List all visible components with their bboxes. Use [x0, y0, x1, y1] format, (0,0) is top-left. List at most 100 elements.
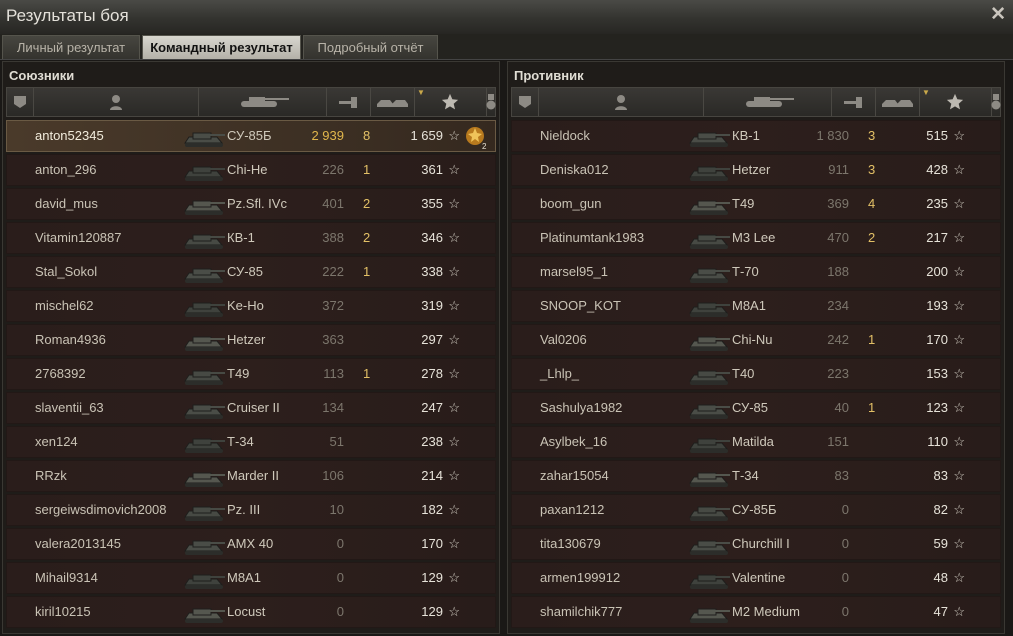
tank-icon — [684, 463, 734, 489]
experience-value: 1 659 — [410, 128, 443, 143]
column-header-platoon[interactable] — [512, 88, 539, 116]
enemies-row[interactable]: armen199912 Valentine 0 48 ☆ — [511, 562, 1001, 594]
player-name: Nieldock — [540, 128, 590, 143]
tab-detailed-report[interactable]: Подробный отчёт — [303, 35, 438, 59]
kills-value: 8 — [363, 128, 371, 143]
column-header-platoon[interactable] — [7, 88, 34, 116]
experience-value: 59 — [933, 536, 948, 551]
enemies-row[interactable]: marsel95_1 Т-70 188 200 ☆ — [511, 256, 1001, 288]
enemies-row[interactable]: paxan1212 СУ-85Б 0 82 ☆ — [511, 494, 1001, 526]
experience-star-icon: ☆ — [953, 162, 965, 177]
medal-icon[interactable]: 2 — [463, 124, 489, 150]
enemies-row[interactable]: SNOOP_KOT M8A1 234 193 ☆ — [511, 290, 1001, 322]
player-name: Platinumtank1983 — [540, 230, 645, 245]
experience-value: 48 — [933, 570, 948, 585]
enemies-row[interactable]: shamilchik777 M2 Medium 0 47 ☆ — [511, 596, 1001, 628]
enemies-row[interactable]: Platinumtank1983 M3 Lee 470 2 217 ☆ — [511, 222, 1001, 254]
enemies-row[interactable]: Deniska012 Hetzer 911 3 428 ☆ — [511, 154, 1001, 186]
enemies-row[interactable]: Asylbek_16 Matilda 151 110 ☆ — [511, 426, 1001, 458]
enemies-row[interactable]: boom_gun T49 369 4 235 ☆ — [511, 188, 1001, 220]
allies-row[interactable]: Roman4936 Hetzer 363 297 ☆ — [6, 324, 496, 356]
column-header-kills[interactable] — [875, 88, 920, 116]
column-header-kills[interactable] — [370, 88, 415, 116]
column-header-damage[interactable] — [326, 88, 371, 116]
damage-value: 106 — [322, 468, 344, 483]
experience-star-icon: ☆ — [953, 196, 965, 211]
enemies-row[interactable]: _Lhlp_ T40 223 153 ☆ — [511, 358, 1001, 390]
tank-name: Churchill I — [732, 536, 790, 551]
player-name: SNOOP_KOT — [540, 298, 621, 313]
column-header-player[interactable] — [538, 88, 704, 116]
tank-icon — [179, 599, 229, 625]
player-name: kiril10215 — [35, 604, 91, 619]
allies-row[interactable]: xen124 Т-34 51 238 ☆ — [6, 426, 496, 458]
enemies-row[interactable]: Val0206 Chi-Nu 242 1 170 ☆ — [511, 324, 1001, 356]
experience-value: 193 — [926, 298, 948, 313]
column-header-experience-star[interactable]: ▼ — [919, 88, 992, 116]
player-name: anton_296 — [35, 162, 97, 177]
tab-personal-result[interactable]: Личный результат — [2, 35, 140, 59]
tank-name: AMX 40 — [227, 536, 274, 551]
allies-row[interactable]: david_mus Pz.Sfl. IVc 401 2 355 ☆ — [6, 188, 496, 220]
allies-row[interactable]: sergeiwsdimovich2008 Pz. III 10 182 ☆ — [6, 494, 496, 526]
experience-star-icon: ☆ — [448, 264, 460, 279]
tab-team-result[interactable]: Командный результат — [142, 35, 301, 59]
kills-icon — [375, 94, 409, 110]
allies-row[interactable]: Vitamin120887 КВ-1 388 2 346 ☆ — [6, 222, 496, 254]
tank-name: СУ-85 — [227, 264, 264, 279]
experience-star-icon: ☆ — [448, 502, 460, 517]
tank-icon — [179, 259, 229, 285]
experience-star-icon — [946, 93, 964, 111]
damage-value: 226 — [322, 162, 344, 177]
allies-row[interactable]: RRzk Marder II 106 214 ☆ — [6, 460, 496, 492]
enemies-list: Nieldock КВ-1 1 830 3 515 ☆ Deniska012 Hetzer 91… — [511, 120, 1001, 630]
kills-value: 2 — [868, 230, 876, 245]
tank-icon — [684, 361, 734, 387]
tank-icon — [684, 429, 734, 455]
allies-row[interactable]: anton52345 СУ-85Б 2 939 8 1 659 ☆ 2 — [6, 120, 496, 152]
column-header-player[interactable] — [33, 88, 199, 116]
column-header-experience-star[interactable]: ▼ — [414, 88, 487, 116]
tank-icon — [684, 225, 734, 251]
damage-value: 51 — [329, 434, 344, 449]
sort-indicator-icon: ▼ — [922, 88, 930, 97]
tank-icon — [179, 429, 229, 455]
column-header-damage[interactable] — [831, 88, 876, 116]
column-header-tank[interactable] — [703, 88, 832, 116]
enemies-row[interactable]: zahar15054 Т-34 83 83 ☆ — [511, 460, 1001, 492]
enemies-row[interactable]: Nieldock КВ-1 1 830 3 515 ☆ — [511, 120, 1001, 152]
experience-star-icon: ☆ — [953, 230, 965, 245]
damage-value: 0 — [336, 604, 344, 619]
allies-row[interactable]: mischel62 Ke-Ho 372 319 ☆ — [6, 290, 496, 322]
damage-value: 10 — [329, 502, 344, 517]
experience-star-icon: ☆ — [448, 468, 460, 483]
allies-row[interactable]: slaventii_63 Cruiser II 134 247 ☆ — [6, 392, 496, 424]
column-header-medal[interactable] — [486, 88, 495, 116]
column-header-medal[interactable] — [991, 88, 1000, 116]
tank-icon — [179, 191, 229, 217]
damage-value: 0 — [841, 502, 849, 517]
damage-value: 113 — [323, 366, 344, 381]
kills-value: 4 — [868, 196, 876, 211]
allies-row[interactable]: Stal_Sokol СУ-85 222 1 338 ☆ — [6, 256, 496, 288]
close-icon[interactable]: ✕ — [990, 5, 1006, 25]
platoon-icon — [12, 94, 28, 110]
experience-star-icon: ☆ — [953, 502, 965, 517]
tank-name: КВ-1 — [732, 128, 760, 143]
tank-icon — [179, 497, 229, 523]
allies-row[interactable]: anton_296 Chi-He 226 1 361 ☆ — [6, 154, 496, 186]
column-header-tank[interactable] — [198, 88, 327, 116]
enemies-row[interactable]: tita130679 Churchill I 0 59 ☆ — [511, 528, 1001, 560]
experience-value: 217 — [926, 230, 948, 245]
experience-value: 170 — [421, 536, 443, 551]
tank-name: M3 Lee — [732, 230, 776, 245]
enemies-row[interactable]: Sashulya1982 СУ-85 40 1 123 ☆ — [511, 392, 1001, 424]
experience-value: 319 — [421, 298, 443, 313]
allies-row[interactable]: Mihail9314 M8A1 0 129 ☆ — [6, 562, 496, 594]
damage-value: 911 — [828, 162, 849, 177]
tank-icon — [179, 361, 229, 387]
tank-icon — [179, 531, 229, 557]
allies-row[interactable]: valera2013145 AMX 40 0 170 ☆ — [6, 528, 496, 560]
allies-row[interactable]: 2768392 T49 113 1 278 ☆ — [6, 358, 496, 390]
allies-row[interactable]: kiril10215 Locust 0 129 ☆ — [6, 596, 496, 628]
